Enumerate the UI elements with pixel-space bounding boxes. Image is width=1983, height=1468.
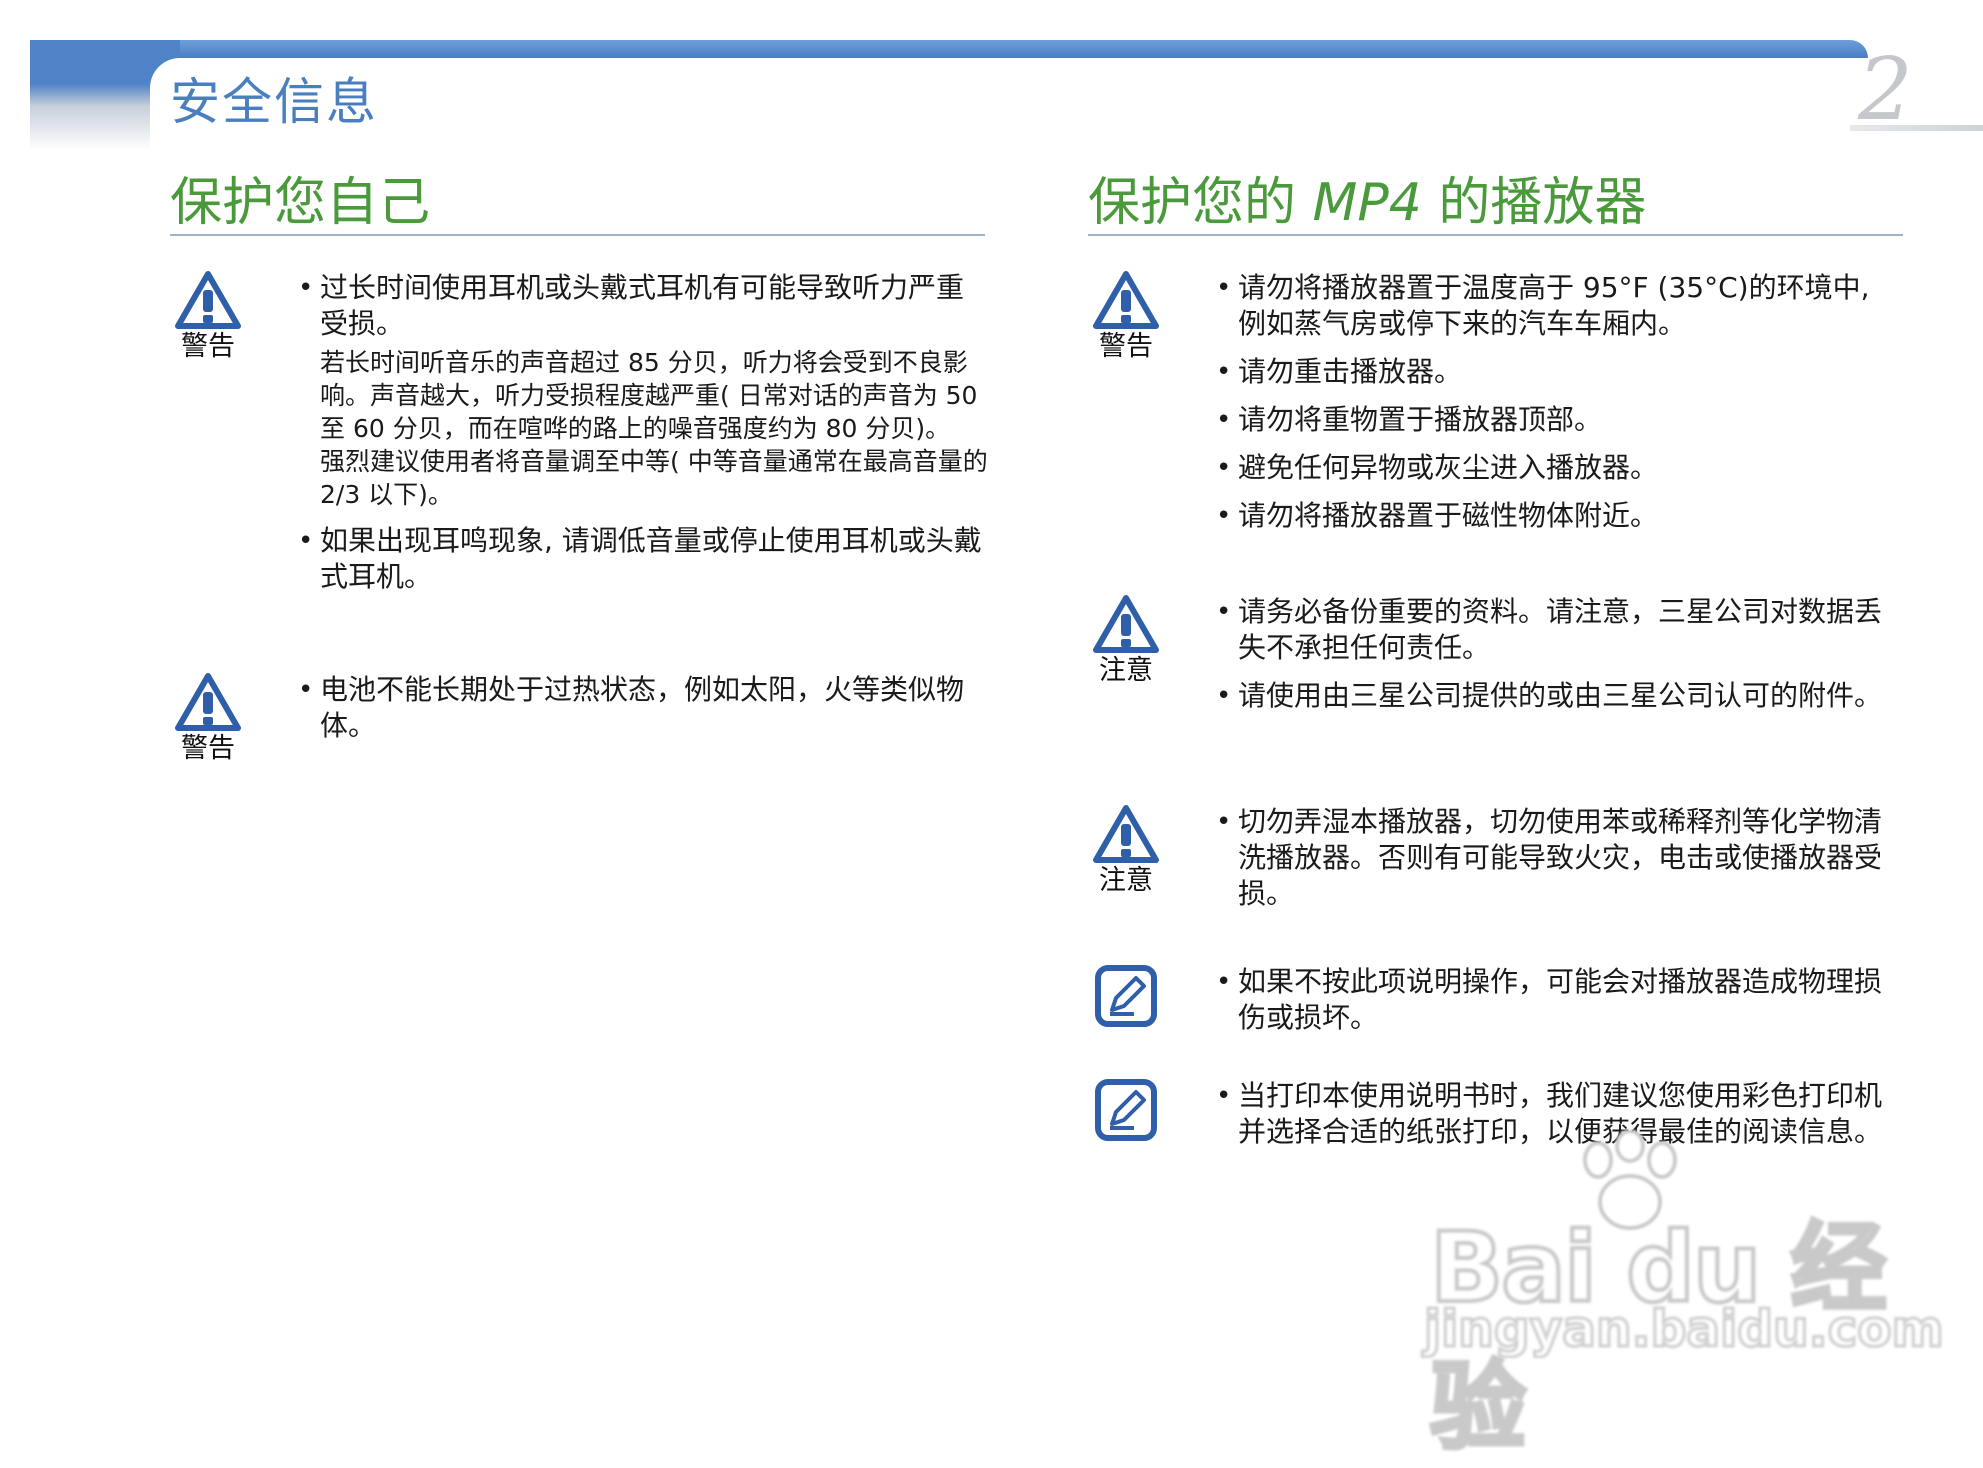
list-item: 电池不能长期处于过热状态，例如太阳，火等类似物体。 xyxy=(298,672,988,744)
warning-label: 警告 xyxy=(1099,331,1153,362)
note-icon xyxy=(1088,964,1164,1028)
list-item: 过长时间使用耳机或头戴式耳机有可能导致听力严重受损。 若长时间听音乐的声音超过 … xyxy=(298,270,988,511)
list-item-text: 请勿重击播放器。 xyxy=(1238,355,1463,388)
caution-label: 注意 xyxy=(1099,865,1153,896)
list-item: 避免任何异物或灰尘进入播放器。 xyxy=(1216,450,1906,486)
list-item-text: 如果不按此项说明操作，可能会对播放器造成物理损伤或损坏。 xyxy=(1238,965,1883,1034)
note-icon xyxy=(1088,1078,1164,1142)
caution-icon: 注意 xyxy=(1088,594,1164,686)
caution-label: 注意 xyxy=(1099,655,1153,686)
right-column-title: 保护您的 MP4 的播放器 xyxy=(1088,160,1903,236)
page-number-underline xyxy=(1850,125,1983,131)
left-column: 保护您自己 警告 过长时间使用耳机或头戴式耳机有可能导致听力严重受损。 若长时间… xyxy=(170,160,988,764)
title-prefix: 保护您的 xyxy=(1088,173,1313,233)
list-item: 请勿将重物置于播放器顶部。 xyxy=(1216,402,1906,438)
list-item: 如果出现耳鸣现象, 请调低音量或停止使用耳机或头戴式耳机。 xyxy=(298,523,988,595)
warning-icon: 警告 xyxy=(1088,270,1164,362)
list-item-text: 如果出现耳鸣现象, 请调低音量或停止使用耳机或头戴式耳机。 xyxy=(320,524,982,593)
section-title: 安全信息 xyxy=(170,73,378,131)
caution-list: 请务必备份重要的资料。请注意，三星公司对数据丢失不承担任何责任。 请使用由三星公… xyxy=(1216,594,1906,726)
header-tab-cover xyxy=(150,58,1850,148)
note-list: 如果不按此项说明操作，可能会对播放器造成物理损伤或损坏。 xyxy=(1216,964,1906,1048)
list-item: 请务必备份重要的资料。请注意，三星公司对数据丢失不承担任何责任。 xyxy=(1216,594,1906,666)
list-item: 请使用由三星公司提供的或由三星公司认可的附件。 xyxy=(1216,678,1906,714)
right-column: 保护您的 MP4 的播放器 警告 请勿将播放器置于温度高于 95°F (35°C… xyxy=(1088,160,1903,1148)
warning-list: 过长时间使用耳机或头戴式耳机有可能导致听力严重受损。 若长时间听音乐的声音超过 … xyxy=(298,270,988,607)
list-item-detail: 强烈建议使用者将音量调至中等( 中等音量通常在最高音量的 2/3 以下)。 xyxy=(320,447,988,509)
header-bar xyxy=(30,40,1868,58)
list-item-detail: 若长时间听音乐的声音超过 85 分贝，听力将会受到不良影响。声音越大，听力受损程… xyxy=(320,348,978,443)
left-column-title: 保护您自己 xyxy=(170,160,985,236)
list-item: 请勿将播放器置于温度高于 95°F (35°C)的环境中, 例如蒸气房或停下来的… xyxy=(1216,270,1906,342)
list-item: 切勿弄湿本播放器，切勿使用苯或稀释剂等化学物清洗播放器。否则有可能导致火灾，电击… xyxy=(1216,804,1906,912)
warning-label: 警告 xyxy=(181,331,235,362)
list-item-text: 避免任何异物或灰尘进入播放器。 xyxy=(1238,451,1659,484)
list-item-text: 过长时间使用耳机或头戴式耳机有可能导致听力严重受损。 xyxy=(320,271,965,340)
list-item-text: 请勿将播放器置于温度高于 95°F (35°C)的环境中, 例如蒸气房或停下来的… xyxy=(1238,271,1870,340)
list-item-text: 请使用由三星公司提供的或由三星公司认可的附件。 xyxy=(1238,679,1883,712)
warning-list: 电池不能长期处于过热状态，例如太阳，火等类似物体。 xyxy=(298,672,988,756)
caution-icon: 注意 xyxy=(1088,804,1164,896)
list-item-text: 请务必备份重要的资料。请注意，三星公司对数据丢失不承担任何责任。 xyxy=(1238,595,1883,664)
list-item: 如果不按此项说明操作，可能会对播放器造成物理损伤或损坏。 xyxy=(1216,964,1906,1036)
warning-icon: 警告 xyxy=(170,270,246,362)
list-item-text: 电池不能长期处于过热状态，例如太阳，火等类似物体。 xyxy=(320,673,965,742)
list-item-text: 请勿将重物置于播放器顶部。 xyxy=(1238,403,1603,436)
warning-list: 请勿将播放器置于温度高于 95°F (35°C)的环境中, 例如蒸气房或停下来的… xyxy=(1216,270,1906,546)
list-item-text: 切勿弄湿本播放器，切勿使用苯或稀释剂等化学物清洗播放器。否则有可能导致火灾，电击… xyxy=(1238,805,1883,910)
list-item: 请勿将播放器置于磁性物体附近。 xyxy=(1216,498,1906,534)
title-suffix: 的播放器 xyxy=(1421,173,1647,233)
warning-label: 警告 xyxy=(181,733,235,764)
watermark-url: jingyan.baidu.com xyxy=(1423,1299,1946,1360)
list-item: 请勿重击播放器。 xyxy=(1216,354,1906,390)
caution-list: 切勿弄湿本播放器，切勿使用苯或稀释剂等化学物清洗播放器。否则有可能导致火灾，电击… xyxy=(1216,804,1906,924)
baidu-watermark: Bai du 经验 jingyan.baidu.com xyxy=(1420,1130,1945,1465)
title-model: MP4 xyxy=(1312,173,1422,233)
list-item-text: 请勿将播放器置于磁性物体附近。 xyxy=(1238,499,1659,532)
warning-icon: 警告 xyxy=(170,672,246,764)
